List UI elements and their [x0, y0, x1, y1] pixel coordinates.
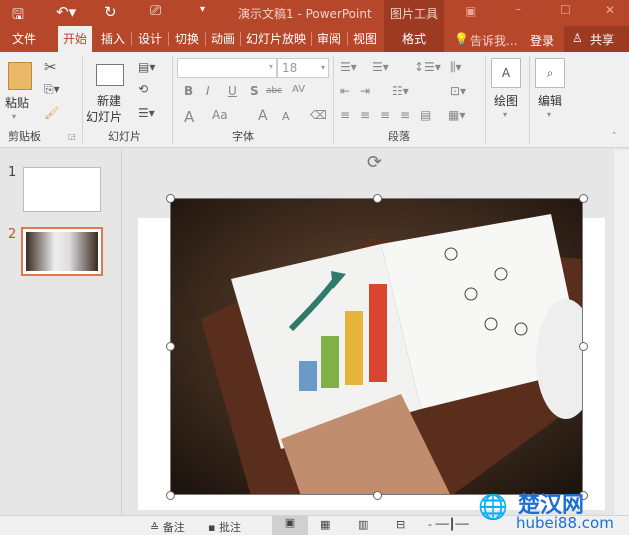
slide-number: 1: [8, 165, 17, 180]
new-slide-button[interactable]: 新建: [97, 92, 121, 109]
drawing-icon[interactable]: A: [491, 58, 521, 88]
clear-format-icon[interactable]: ⌫: [310, 108, 327, 122]
change-case-button[interactable]: Aa: [212, 108, 228, 122]
smartart-icon[interactable]: ▦▾: [448, 108, 465, 122]
drawing-button[interactable]: 绘图: [494, 92, 518, 109]
format-painter-icon[interactable]: 🖌: [44, 106, 59, 120]
bullets-icon[interactable]: ☰▾: [340, 60, 357, 74]
tab-design[interactable]: 设计: [133, 26, 167, 52]
slideshow-from-start-icon[interactable]: ⎚: [150, 3, 161, 19]
tab-view[interactable]: 视图: [348, 26, 382, 52]
comments-button[interactable]: ▪ 批注: [208, 519, 241, 535]
shrink-font-button[interactable]: A: [282, 110, 290, 123]
undo-icon[interactable]: ↶▾: [56, 3, 76, 21]
tab-animations[interactable]: 动画: [206, 26, 240, 52]
save-icon[interactable]: 🖫: [12, 4, 24, 28]
decrease-indent-icon[interactable]: ⇤: [340, 84, 350, 98]
clipboard-group-label: 剪贴板: [8, 130, 41, 143]
copy-icon[interactable]: ⎘▾: [44, 82, 60, 97]
tell-me-input[interactable]: 告诉我...: [470, 32, 517, 49]
reset-icon[interactable]: ⟲: [138, 82, 148, 96]
tab-transitions[interactable]: 切换: [170, 26, 204, 52]
shadow-button[interactable]: S: [250, 84, 259, 98]
title-bar: 🖫 ↶▾ ↻ ⎚ ▾ 演示文稿1 - PowerPoint 图片工具 ▣ – ☐…: [0, 0, 629, 52]
globe-logo-icon: 🌐: [478, 493, 508, 521]
window-title: 演示文稿1 - PowerPoint: [238, 7, 372, 21]
distributed-icon[interactable]: ▤: [420, 108, 431, 122]
watermark-logo: 🌐 楚汉网 hubei88.com: [478, 493, 614, 532]
tab-slideshow[interactable]: 幻灯片放映: [242, 26, 310, 52]
ribbon-display-icon[interactable]: ▣: [465, 4, 476, 18]
align-left-icon[interactable]: ≡: [340, 108, 350, 122]
numbering-icon[interactable]: ☰▾: [372, 60, 389, 74]
underline-button[interactable]: U: [228, 84, 237, 98]
paste-button[interactable]: 粘贴: [5, 94, 29, 111]
cut-icon[interactable]: ✂: [44, 58, 57, 76]
lightbulb-icon: 💡: [454, 32, 469, 46]
new-slide-icon[interactable]: [96, 64, 124, 86]
selected-picture[interactable]: [170, 198, 583, 495]
slide-thumbnail-pane: 1 2: [0, 149, 122, 515]
reading-view-icon[interactable]: ▥: [358, 518, 368, 531]
share-button[interactable]: ♙ 共享: [564, 26, 629, 52]
login-link[interactable]: 登录: [530, 32, 554, 49]
align-text-icon[interactable]: ⊡▾: [450, 84, 466, 98]
slide-thumbnail-2[interactable]: [21, 227, 103, 276]
tab-review[interactable]: 审阅: [312, 26, 346, 52]
new-slide-label: 幻灯片: [86, 110, 123, 124]
maximize-icon[interactable]: ☐: [560, 3, 571, 17]
slide-number: 2: [8, 227, 17, 242]
columns-icon[interactable]: ☷▾: [392, 84, 409, 98]
justify-icon[interactable]: ≡: [400, 108, 410, 122]
normal-view-button[interactable]: ▣: [272, 516, 308, 535]
line-spacing-icon[interactable]: ↕☰▾: [414, 60, 441, 74]
increase-indent-icon[interactable]: ⇥: [360, 84, 370, 98]
customize-toolbar-icon[interactable]: ▾: [200, 4, 205, 15]
ribbon-tabs: 文件 开始 插入 设计 切换 动画 幻灯片放映 审阅 视图 格式 💡 告诉我..…: [0, 26, 629, 52]
slideshow-icon[interactable]: ⊟: [396, 518, 405, 531]
rotate-handle-icon[interactable]: ⟳: [367, 152, 382, 173]
font-name-input[interactable]: ▾: [177, 58, 277, 78]
collapse-ribbon-icon[interactable]: ˄: [612, 132, 617, 142]
align-right-icon[interactable]: ≡: [380, 108, 390, 122]
font-color-button[interactable]: A: [184, 108, 194, 126]
slide-thumbnail-1[interactable]: [23, 167, 101, 212]
paste-icon[interactable]: [8, 62, 32, 90]
tab-file[interactable]: 文件: [4, 26, 44, 52]
char-spacing-button[interactable]: AV: [292, 84, 305, 95]
notebook-photo: [171, 199, 582, 494]
text-direction-icon[interactable]: ⫼▾: [450, 60, 462, 75]
bold-button[interactable]: B: [184, 84, 193, 98]
dialog-launcher-icon[interactable]: ◲: [68, 132, 76, 141]
slides-group-label: 幻灯片: [108, 130, 141, 143]
section-icon[interactable]: ☰▾: [138, 106, 155, 120]
tab-format[interactable]: 格式: [384, 26, 444, 52]
picture-tools-label: 图片工具: [390, 7, 439, 21]
vertical-scrollbar[interactable]: [614, 150, 629, 515]
notes-button[interactable]: ≙ 备注: [150, 519, 185, 535]
person-icon: ♙: [572, 31, 583, 45]
grow-font-button[interactable]: A: [258, 108, 268, 124]
redo-icon[interactable]: ↻: [104, 3, 117, 21]
font-group-label: 字体: [232, 130, 254, 143]
font-size-input[interactable]: 18 ▾: [277, 58, 329, 78]
italic-button[interactable]: I: [206, 84, 210, 98]
layout-icon[interactable]: ▤▾: [138, 60, 155, 74]
close-icon[interactable]: ✕: [605, 3, 615, 17]
tab-insert[interactable]: 插入: [96, 26, 130, 52]
tab-home[interactable]: 开始: [58, 26, 92, 52]
slide-sorter-icon[interactable]: ▦: [320, 518, 330, 531]
editing-button[interactable]: 编辑: [538, 92, 562, 109]
minimize-icon[interactable]: –: [515, 2, 521, 16]
ribbon: 粘贴 ▾ ✂ ⎘▾ 🖌 剪贴板 ◲ 新建 幻灯片 ▤▾ ⟲ ☰▾ 幻灯片 ▾ 1…: [0, 52, 629, 148]
zoom-slider[interactable]: - ──┃──: [428, 518, 469, 531]
align-center-icon[interactable]: ≡: [360, 108, 370, 122]
paragraph-group-label: 段落: [388, 130, 410, 143]
find-icon[interactable]: ⌕: [535, 58, 565, 88]
strikethrough-button[interactable]: abc: [266, 86, 282, 96]
